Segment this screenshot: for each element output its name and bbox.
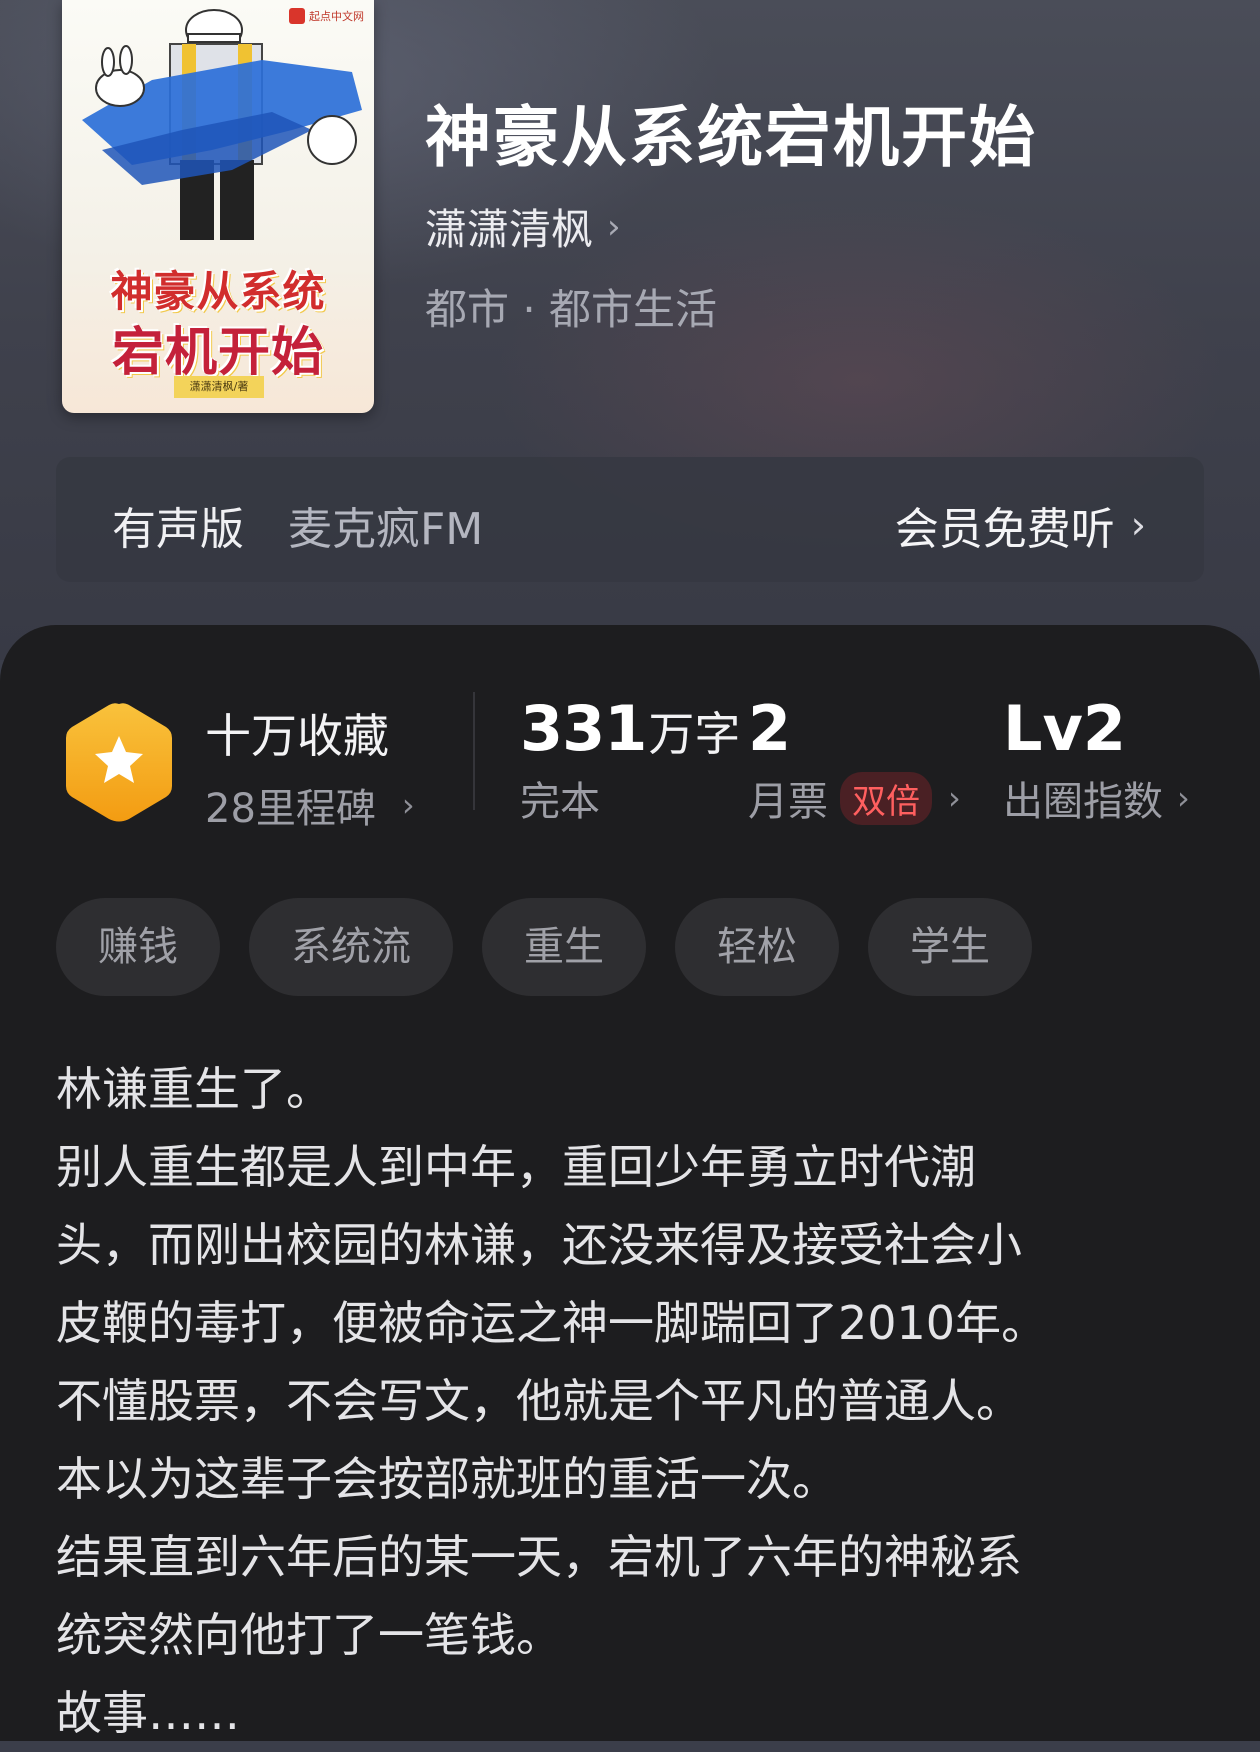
popularity-index-stat[interactable]: Lv2 出圈指数 › <box>1003 692 1190 827</box>
description-line: 结果直到六年后的某一天，宕机了六年的神秘系 <box>56 1530 1022 1584</box>
chevron-right-icon: › <box>948 779 961 817</box>
monthly-ticket-label: 月票 <box>748 779 828 825</box>
book-cover[interactable]: 起点中文网 神豪从系统 宕机开始 潇潇清枫/著 <box>62 0 374 413</box>
word-count-stat: 331万字 完本 <box>520 692 740 827</box>
tag-chip[interactable]: 学生 <box>868 898 1032 996</box>
description-line: 林谦重生了。 <box>56 1062 332 1116</box>
word-count-number: 331 <box>520 692 647 765</box>
collection-stat[interactable]: 十万收藏 28里程碑 › <box>205 700 415 834</box>
cover-author-tag: 潇潇清枫/著 <box>174 376 264 398</box>
divider <box>473 692 475 810</box>
audio-label: 有声版 <box>112 504 244 555</box>
chevron-right-icon: › <box>401 786 415 824</box>
description-line: 统突然向他打了一笔钱。 <box>56 1608 562 1662</box>
description-line: 不懂股票，不会写文，他就是个平凡的普通人。 <box>56 1374 1022 1428</box>
cover-title-line2: 宕机开始 <box>111 323 324 383</box>
cover-brand: 起点中文网 <box>289 8 364 24</box>
member-free-listen-button[interactable]: 会员免费听 › <box>895 493 1146 557</box>
monthly-ticket-stat[interactable]: 2 月票 双倍 › <box>748 692 961 827</box>
description-line: 本以为这辈子会按部就班的重活一次。 <box>56 1452 838 1506</box>
milestone-count: 28里程碑 <box>205 786 376 832</box>
description-line: 皮鞭的毒打，便被命运之神一脚踹回了2010年。 <box>56 1296 1048 1350</box>
popularity-label: 出圈指数 <box>1003 779 1163 825</box>
book-title: 神豪从系统宕机开始 <box>425 99 1037 176</box>
tag-chip[interactable]: 系统流 <box>249 898 453 996</box>
completion-status: 完本 <box>520 779 600 825</box>
monthly-ticket-number: 2 <box>748 692 792 765</box>
listen-label: 会员免费听 <box>894 504 1115 555</box>
popularity-level: Lv2 <box>1003 692 1127 765</box>
audio-source: 麦克疯FM <box>288 504 484 555</box>
tag-chip[interactable]: 轻松 <box>675 898 839 996</box>
double-badge: 双倍 <box>840 771 932 825</box>
publisher-logo-icon <box>289 8 305 24</box>
chevron-right-icon: › <box>607 206 621 247</box>
star-hexagon-icon <box>66 703 172 822</box>
chevron-right-icon: › <box>1177 779 1190 817</box>
book-category[interactable]: 都市 · 都市生活 <box>425 276 717 337</box>
chevron-right-icon: › <box>1130 503 1146 547</box>
tag-chip[interactable]: 赚钱 <box>56 898 220 996</box>
book-description[interactable]: 林谦重生了。 别人重生都是人到中年，重回少年勇立时代潮 头，而刚出校园的林谦，还… <box>56 1050 1206 1752</box>
description-line: 别人重生都是人到中年，重回少年勇立时代潮 <box>56 1140 976 1194</box>
tag-list: 赚钱 系统流 重生 轻松 学生 <box>56 898 1032 996</box>
collection-title: 十万收藏 <box>205 709 389 763</box>
audio-version-bar[interactable]: 有声版 麦克疯FM 会员免费听 › <box>56 457 1204 582</box>
tag-chip[interactable]: 重生 <box>482 898 646 996</box>
description-line: 头，而刚出校园的林谦，还没来得及接受社会小 <box>56 1218 1022 1272</box>
author-link[interactable]: 潇潇清枫 › <box>425 196 621 257</box>
author-name: 潇潇清枫 <box>425 205 594 254</box>
description-line: 故事…… <box>56 1686 240 1740</box>
word-count-unit: 万字 <box>648 707 741 761</box>
